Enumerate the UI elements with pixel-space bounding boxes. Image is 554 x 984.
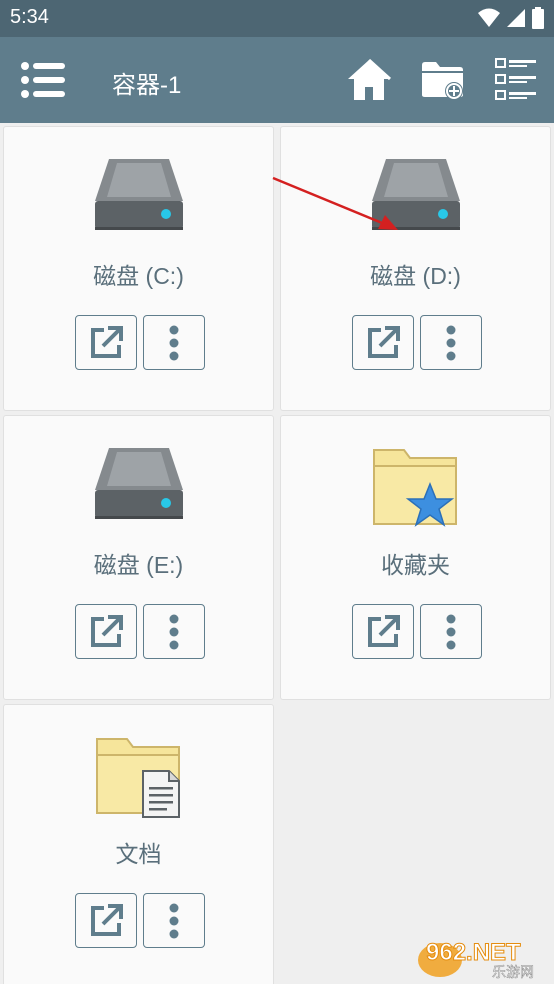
drive-icon bbox=[371, 159, 460, 230]
more-vert-icon bbox=[169, 614, 179, 649]
item-label: 磁盘 (C:) bbox=[93, 263, 184, 289]
open-external-icon bbox=[91, 903, 123, 936]
documents-folder-icon bbox=[95, 738, 180, 818]
open-button[interactable] bbox=[75, 893, 137, 948]
item-label: 文档 bbox=[115, 841, 162, 867]
signal-icon bbox=[507, 9, 525, 27]
more-vert-icon bbox=[169, 903, 179, 938]
open-button[interactable] bbox=[75, 315, 137, 370]
item-actions bbox=[75, 604, 205, 659]
item-card-drive-d[interactable]: 磁盘 (D:) bbox=[280, 126, 551, 411]
item-card-drive-c[interactable]: 磁盘 (C:) bbox=[3, 126, 274, 411]
more-options-button[interactable] bbox=[420, 315, 482, 370]
item-label: 磁盘 (E:) bbox=[93, 552, 184, 578]
watermark-sub-text: 乐游网 bbox=[492, 965, 534, 980]
open-external-icon bbox=[368, 614, 400, 647]
more-vert-icon bbox=[446, 325, 456, 360]
drive-icon bbox=[94, 159, 183, 230]
home-button[interactable] bbox=[346, 57, 392, 103]
open-external-icon bbox=[368, 325, 400, 358]
watermark-logo: 962.NET 乐游网 bbox=[418, 939, 534, 980]
more-options-button[interactable] bbox=[420, 604, 482, 659]
more-options-button[interactable] bbox=[143, 604, 205, 659]
status-bar: 5:34 bbox=[0, 0, 554, 37]
new-folder-button[interactable] bbox=[420, 59, 466, 101]
more-options-button[interactable] bbox=[143, 315, 205, 370]
favorites-folder-icon bbox=[372, 449, 457, 527]
menu-button[interactable] bbox=[20, 61, 66, 99]
battery-icon bbox=[532, 7, 544, 29]
open-button[interactable] bbox=[352, 604, 414, 659]
drive-icon bbox=[94, 448, 183, 519]
app-bar: 容器-1 bbox=[0, 37, 554, 123]
item-actions bbox=[352, 315, 482, 370]
open-external-icon bbox=[91, 614, 123, 647]
status-icons bbox=[478, 7, 544, 29]
item-label: 收藏夹 bbox=[381, 552, 450, 578]
item-card-documents[interactable]: 文档 bbox=[3, 704, 274, 984]
open-external-icon bbox=[91, 325, 123, 358]
menu-icon bbox=[21, 62, 65, 98]
item-grid: 磁盘 (C:) 磁盘 (D:) 磁盘 (E:) 收藏夹 文档 bbox=[0, 123, 554, 984]
item-card-favorites[interactable]: 收藏夹 bbox=[280, 415, 551, 700]
item-actions bbox=[75, 893, 205, 948]
watermark-main-text: 962.NET bbox=[426, 939, 521, 966]
new-folder-icon bbox=[422, 62, 463, 100]
item-actions bbox=[75, 315, 205, 370]
more-options-button[interactable] bbox=[143, 893, 205, 948]
view-list-icon bbox=[495, 58, 536, 100]
app-title: 容器-1 bbox=[112, 72, 182, 99]
wifi-icon bbox=[478, 8, 500, 27]
open-button[interactable] bbox=[352, 315, 414, 370]
item-card-drive-e[interactable]: 磁盘 (E:) bbox=[3, 415, 274, 700]
view-mode-button[interactable] bbox=[494, 57, 538, 101]
more-vert-icon bbox=[169, 325, 179, 360]
home-icon bbox=[348, 58, 392, 100]
item-actions bbox=[352, 604, 482, 659]
status-time: 5:34 bbox=[10, 6, 49, 28]
item-label: 磁盘 (D:) bbox=[370, 263, 461, 289]
open-button[interactable] bbox=[75, 604, 137, 659]
more-vert-icon bbox=[446, 614, 456, 649]
